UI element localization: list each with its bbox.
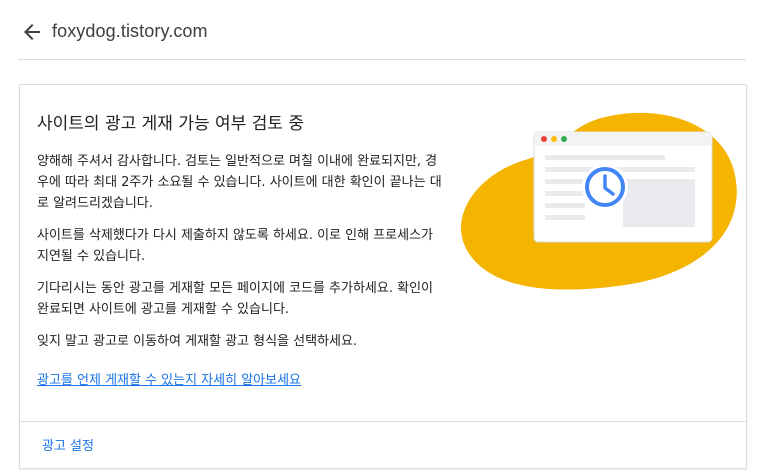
arrow-back-icon	[24, 24, 40, 40]
page-header: foxydog.tistory.com	[18, 0, 746, 60]
card-body: 양해해 주셔서 감사합니다. 검토는 일반적으로 며칠 이내에 완료되지만, 경…	[37, 151, 442, 363]
paragraph-select-format: 잊지 말고 광고로 이동하여 게재할 광고 형식을 선택하세요.	[37, 334, 358, 349]
site-name: foxydog.tistory.com	[52, 21, 208, 41]
card-divider	[20, 421, 746, 422]
card-title: 사이트의 광고 게재 가능 여부 검토 중	[37, 114, 305, 134]
paragraph-add-code: 기다리시는 동안 광고를 게재할 모든 페이지에 코드를 추가하세요. 확인이 …	[37, 281, 433, 317]
back-button[interactable]	[20, 20, 44, 44]
clock-icon	[582, 164, 628, 210]
ads-settings-link[interactable]: 광고 설정	[42, 435, 94, 454]
browser-clock-illustration	[461, 112, 737, 290]
learn-more-link[interactable]: 광고를 언제 게재할 수 있는지 자세히 알아보세요	[37, 369, 301, 388]
paragraph-thanks: 양해해 주셔서 감사합니다. 검토는 일반적으로 며칠 이내에 완료되지만, 경…	[37, 154, 442, 211]
paragraph-dont-delete: 사이트를 삭제했다가 다시 제출하지 않도록 하세요. 이로 인해 프로세스가 …	[37, 228, 433, 264]
review-status-card: 사이트의 광고 게재 가능 여부 검토 중 양해해 주셔서 감사합니다. 검토는…	[19, 84, 747, 469]
